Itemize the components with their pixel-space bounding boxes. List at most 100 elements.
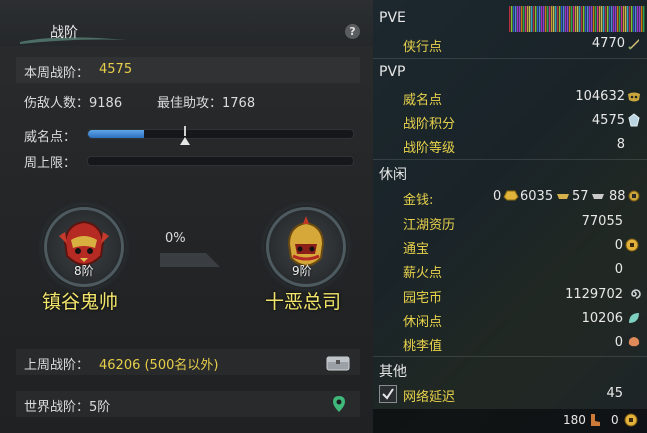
stripe-mark xyxy=(607,6,609,32)
current-rank-level: 8阶 xyxy=(74,264,94,278)
pvp-item-label: 战阶积分 xyxy=(403,117,456,132)
leisure-item-label: 薪火点 xyxy=(403,266,443,281)
stripe-mark xyxy=(633,6,635,32)
leisure-item-value: 1129702 xyxy=(565,287,623,302)
fame-label: 威名点： xyxy=(24,130,77,145)
war-rank-panel: 战阶 ? 本周战阶： 4575 伤敌人数：9186 最佳助攻：1768 威名点：… xyxy=(0,0,373,433)
silver-boat-icon xyxy=(592,194,604,199)
stripe-mark xyxy=(643,6,645,32)
stripe-mark xyxy=(513,6,515,32)
separator xyxy=(373,356,647,357)
network-latency-checkbox[interactable] xyxy=(379,385,397,403)
weekly-rank-value: 4575 xyxy=(99,62,133,77)
next-rank-name: 十恶总司 xyxy=(265,291,342,313)
stripe-mark xyxy=(529,6,531,32)
fame-progress-bar xyxy=(87,129,354,139)
pve-item-label: 侠行点 xyxy=(403,40,443,55)
progress-arrow-icon xyxy=(160,253,220,267)
panel-title: 战阶 xyxy=(50,25,78,41)
last-week-rank-label: 上周战阶： xyxy=(24,358,90,373)
stripe-mark xyxy=(571,6,573,32)
stripe-mark xyxy=(551,6,553,32)
peach-icon xyxy=(628,337,640,347)
weekly-rank-label: 本周战阶： xyxy=(24,66,90,81)
stripe-mark xyxy=(587,6,589,32)
fame-marker-icon xyxy=(180,137,191,145)
stripe-mark xyxy=(577,6,579,32)
stripe-mark xyxy=(585,6,587,32)
stripe-mark xyxy=(545,6,547,32)
leisure-item-value: 0 xyxy=(614,335,623,350)
pve-section-title: PVE xyxy=(379,10,406,26)
stripe-mark xyxy=(597,6,599,32)
money-gold-value: 0 xyxy=(493,189,502,204)
stripe-mark xyxy=(611,6,613,32)
stripe-mark xyxy=(617,6,619,32)
footer-right-value: 0 xyxy=(611,413,619,427)
pvp-section-title: PVP xyxy=(379,64,406,80)
sword-icon xyxy=(628,39,639,50)
panel-header: 战阶 ? xyxy=(0,0,373,46)
kills-stat: 伤敌人数：9186 xyxy=(24,96,123,111)
tongbao-coin-icon xyxy=(625,238,639,252)
stripe-mark xyxy=(547,6,549,32)
stripe-mark xyxy=(637,6,639,32)
stripe-mark xyxy=(555,6,557,32)
stripe-mark xyxy=(515,6,517,32)
leisure-item-label: 通宝 xyxy=(403,242,430,257)
weekly-cap-progress-bar xyxy=(87,156,354,166)
money-label: 金钱: xyxy=(403,193,434,208)
money-silver-value: 6035 xyxy=(520,189,554,204)
stripe-mark xyxy=(639,6,641,32)
stripe-mark xyxy=(569,6,571,32)
boot-icon xyxy=(591,414,600,426)
stripe-mark xyxy=(619,6,621,32)
fame-marker-line xyxy=(184,126,187,136)
stripe-mark xyxy=(627,6,629,32)
chest-icon[interactable] xyxy=(326,353,350,371)
world-rank-text: 世界战阶：5阶 xyxy=(24,400,111,415)
stripe-mark xyxy=(621,6,623,32)
stripe-mark xyxy=(583,6,585,32)
separator xyxy=(373,159,647,160)
stripe-mark xyxy=(537,6,539,32)
leisure-item-value: 0 xyxy=(614,262,623,277)
pve-item-value: 4770 xyxy=(591,36,625,51)
stripe-mark xyxy=(525,6,527,32)
money-copper-value: 57 xyxy=(572,189,589,204)
leisure-item-label: 休闲点 xyxy=(403,315,443,330)
current-rank-name: 镇谷鬼帅 xyxy=(42,291,119,313)
pvp-item-label: 威名点 xyxy=(403,93,443,108)
assists-stat: 最佳助攻：1768 xyxy=(157,96,256,111)
other-item-label: 网络延迟 xyxy=(403,390,456,405)
location-pin-icon[interactable] xyxy=(332,395,346,413)
stripe-mark xyxy=(605,6,607,32)
stripe-mark xyxy=(549,6,551,32)
last-week-rank-row: 上周战阶： 46206 (500名以外) xyxy=(16,349,360,375)
stripe-mark xyxy=(561,6,563,32)
stripe-mark xyxy=(519,6,521,32)
spiral-icon xyxy=(631,289,641,299)
fame-progress-fill xyxy=(88,130,144,138)
leisure-section-title: 休闲 xyxy=(379,167,407,183)
stripe-mark xyxy=(625,6,627,32)
stripe-mark xyxy=(567,6,569,32)
stripe-mark xyxy=(521,6,523,32)
stripe-mark xyxy=(563,6,565,32)
help-icon[interactable]: ? xyxy=(345,24,360,39)
stripe-mark xyxy=(535,6,537,32)
currency-panel: PVE 侠行点 4770 PVP 威名点 104632 战阶积分 4575 战阶… xyxy=(373,0,647,433)
leisure-item-label: 桃李值 xyxy=(403,339,443,354)
stripe-mark xyxy=(595,6,597,32)
leisure-item-label: 江湖资历 xyxy=(403,218,456,233)
weekly-rank-row: 本周战阶： 4575 xyxy=(16,57,360,83)
stripe-mark xyxy=(593,6,595,32)
rank-progress-percent: 0% xyxy=(165,231,186,246)
leisure-item-label: 园宅币 xyxy=(403,291,443,306)
stripe-mark xyxy=(609,6,611,32)
stripe-mark xyxy=(615,6,617,32)
stripe-mark xyxy=(517,6,519,32)
footer-left-value: 180 xyxy=(563,413,586,427)
stripe-mark xyxy=(543,6,545,32)
leisure-item-value: 0 xyxy=(614,238,623,253)
